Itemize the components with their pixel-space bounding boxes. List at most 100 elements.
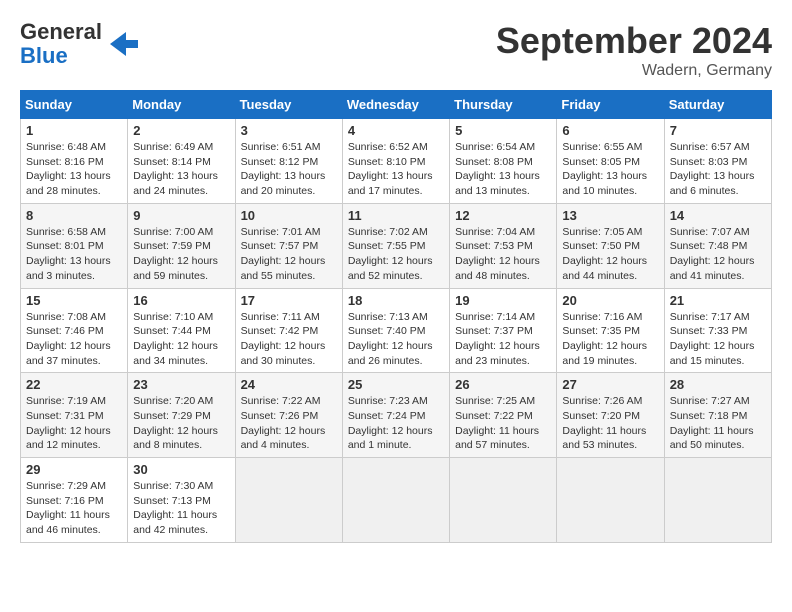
day-number: 11 [348,208,444,223]
day-info: Sunrise: 6:49 AM Sunset: 8:14 PM Dayligh… [133,140,229,199]
calendar-day-cell: 19 Sunrise: 7:14 AM Sunset: 7:37 PM Dayli… [450,288,557,373]
day-info: Sunrise: 7:16 AM Sunset: 7:35 PM Dayligh… [562,310,658,369]
calendar-day-cell [450,458,557,543]
day-info: Sunrise: 6:48 AM Sunset: 8:16 PM Dayligh… [26,140,122,199]
weekday-header: Friday [557,91,664,119]
day-number: 6 [562,123,658,138]
calendar-week-row: 1 Sunrise: 6:48 AM Sunset: 8:16 PM Daylig… [21,119,772,204]
calendar-day-cell: 26 Sunrise: 7:25 AM Sunset: 7:22 PM Dayli… [450,373,557,458]
calendar-day-cell: 9Sunrise: 7:00 AM Sunset: 7:59 PM Daylig… [128,203,235,288]
calendar-day-cell [235,458,342,543]
calendar-day-cell: 18 Sunrise: 7:13 AM Sunset: 7:40 PM Dayli… [342,288,449,373]
day-info: Sunrise: 7:29 AM Sunset: 7:16 PM Dayligh… [26,479,122,538]
day-info: Sunrise: 7:27 AM Sunset: 7:18 PM Dayligh… [670,394,766,453]
day-info: Sunrise: 7:20 AM Sunset: 7:29 PM Dayligh… [133,394,229,453]
calendar-day-cell: 7 Sunrise: 6:57 AM Sunset: 8:03 PM Daylig… [664,119,771,204]
month-title: September 2024 [496,20,772,62]
day-number: 7 [670,123,766,138]
day-number: 26 [455,377,551,392]
day-number: 10 [241,208,337,223]
day-number: 15 [26,293,122,308]
day-info: Sunrise: 6:54 AM Sunset: 8:08 PM Dayligh… [455,140,551,199]
day-info: Sunrise: 7:11 AM Sunset: 7:42 PM Dayligh… [241,310,337,369]
day-info: Sunrise: 7:25 AM Sunset: 7:22 PM Dayligh… [455,394,551,453]
day-number: 23 [133,377,229,392]
day-number: 29 [26,462,122,477]
day-info: Sunrise: 7:10 AM Sunset: 7:44 PM Dayligh… [133,310,229,369]
calendar-table: SundayMondayTuesdayWednesdayThursdayFrid… [20,90,772,543]
calendar-week-row: 8 Sunrise: 6:58 AM Sunset: 8:01 PM Daylig… [21,203,772,288]
calendar-day-cell: 30 Sunrise: 7:30 AM Sunset: 7:13 PM Dayli… [128,458,235,543]
day-info: Sunrise: 6:55 AM Sunset: 8:05 PM Dayligh… [562,140,658,199]
calendar-day-cell: 5 Sunrise: 6:54 AM Sunset: 8:08 PM Daylig… [450,119,557,204]
day-info: Sunrise: 7:23 AM Sunset: 7:24 PM Dayligh… [348,394,444,453]
day-info: Sunrise: 7:17 AM Sunset: 7:33 PM Dayligh… [670,310,766,369]
day-info: Sunrise: 7:19 AM Sunset: 7:31 PM Dayligh… [26,394,122,453]
day-info: Sunrise: 6:58 AM Sunset: 8:01 PM Dayligh… [26,225,122,284]
day-number: 14 [670,208,766,223]
day-number: 18 [348,293,444,308]
day-number: 3 [241,123,337,138]
day-number: 12 [455,208,551,223]
calendar-day-cell: 12 Sunrise: 7:04 AM Sunset: 7:53 PM Dayli… [450,203,557,288]
day-number: 16 [133,293,229,308]
weekday-header: Monday [128,91,235,119]
day-number: 19 [455,293,551,308]
calendar-day-cell: 23 Sunrise: 7:20 AM Sunset: 7:29 PM Dayli… [128,373,235,458]
day-number: 1 [26,123,122,138]
calendar-day-cell: 2 Sunrise: 6:49 AM Sunset: 8:14 PM Daylig… [128,119,235,204]
day-number: 30 [133,462,229,477]
calendar-day-cell: 25Sunrise: 7:23 AM Sunset: 7:24 PM Dayli… [342,373,449,458]
day-info: Sunrise: 7:07 AM Sunset: 7:48 PM Dayligh… [670,225,766,284]
calendar-day-cell: 10 Sunrise: 7:01 AM Sunset: 7:57 PM Dayli… [235,203,342,288]
day-info: Sunrise: 7:01 AM Sunset: 7:57 PM Dayligh… [241,225,337,284]
calendar-header-row: SundayMondayTuesdayWednesdayThursdayFrid… [21,91,772,119]
day-number: 5 [455,123,551,138]
logo-text-blue: Blue [20,44,102,68]
day-number: 13 [562,208,658,223]
logo: General Blue [20,20,138,68]
calendar-day-cell: 29 Sunrise: 7:29 AM Sunset: 7:16 PM Dayli… [21,458,128,543]
day-info: Sunrise: 6:51 AM Sunset: 8:12 PM Dayligh… [241,140,337,199]
day-number: 4 [348,123,444,138]
day-number: 21 [670,293,766,308]
day-info: Sunrise: 7:13 AM Sunset: 7:40 PM Dayligh… [348,310,444,369]
calendar-day-cell: 20Sunrise: 7:16 AM Sunset: 7:35 PM Dayli… [557,288,664,373]
weekday-header: Thursday [450,91,557,119]
weekday-header: Tuesday [235,91,342,119]
day-info: Sunrise: 7:14 AM Sunset: 7:37 PM Dayligh… [455,310,551,369]
logo-text-general: General [20,20,102,44]
page-header: General Blue September 2024 Wadern, Germ… [20,20,772,80]
day-number: 2 [133,123,229,138]
calendar-day-cell [342,458,449,543]
day-number: 8 [26,208,122,223]
calendar-day-cell: 21 Sunrise: 7:17 AM Sunset: 7:33 PM Dayli… [664,288,771,373]
calendar-day-cell [664,458,771,543]
weekday-header: Wednesday [342,91,449,119]
calendar-day-cell: 22 Sunrise: 7:19 AM Sunset: 7:31 PM Dayli… [21,373,128,458]
calendar-day-cell: 13 Sunrise: 7:05 AM Sunset: 7:50 PM Dayli… [557,203,664,288]
calendar-day-cell: 11 Sunrise: 7:02 AM Sunset: 7:55 PM Dayli… [342,203,449,288]
day-number: 28 [670,377,766,392]
calendar-day-cell: 1 Sunrise: 6:48 AM Sunset: 8:16 PM Daylig… [21,119,128,204]
calendar-day-cell: 17 Sunrise: 7:11 AM Sunset: 7:42 PM Dayli… [235,288,342,373]
day-info: Sunrise: 7:00 AM Sunset: 7:59 PM Dayligh… [133,225,229,284]
day-info: Sunrise: 7:04 AM Sunset: 7:53 PM Dayligh… [455,225,551,284]
calendar-day-cell: 3 Sunrise: 6:51 AM Sunset: 8:12 PM Daylig… [235,119,342,204]
day-info: Sunrise: 6:57 AM Sunset: 8:03 PM Dayligh… [670,140,766,199]
day-number: 22 [26,377,122,392]
calendar-day-cell: 6 Sunrise: 6:55 AM Sunset: 8:05 PM Daylig… [557,119,664,204]
day-info: Sunrise: 7:05 AM Sunset: 7:50 PM Dayligh… [562,225,658,284]
logo-arrow-icon [106,30,138,58]
day-info: Sunrise: 7:30 AM Sunset: 7:13 PM Dayligh… [133,479,229,538]
day-number: 24 [241,377,337,392]
day-info: Sunrise: 7:26 AM Sunset: 7:20 PM Dayligh… [562,394,658,453]
day-number: 27 [562,377,658,392]
calendar-day-cell: 8 Sunrise: 6:58 AM Sunset: 8:01 PM Daylig… [21,203,128,288]
calendar-day-cell: 27 Sunrise: 7:26 AM Sunset: 7:20 PM Dayli… [557,373,664,458]
calendar-day-cell: 4 Sunrise: 6:52 AM Sunset: 8:10 PM Daylig… [342,119,449,204]
day-info: Sunrise: 6:52 AM Sunset: 8:10 PM Dayligh… [348,140,444,199]
day-number: 17 [241,293,337,308]
day-info: Sunrise: 7:08 AM Sunset: 7:46 PM Dayligh… [26,310,122,369]
day-info: Sunrise: 7:02 AM Sunset: 7:55 PM Dayligh… [348,225,444,284]
